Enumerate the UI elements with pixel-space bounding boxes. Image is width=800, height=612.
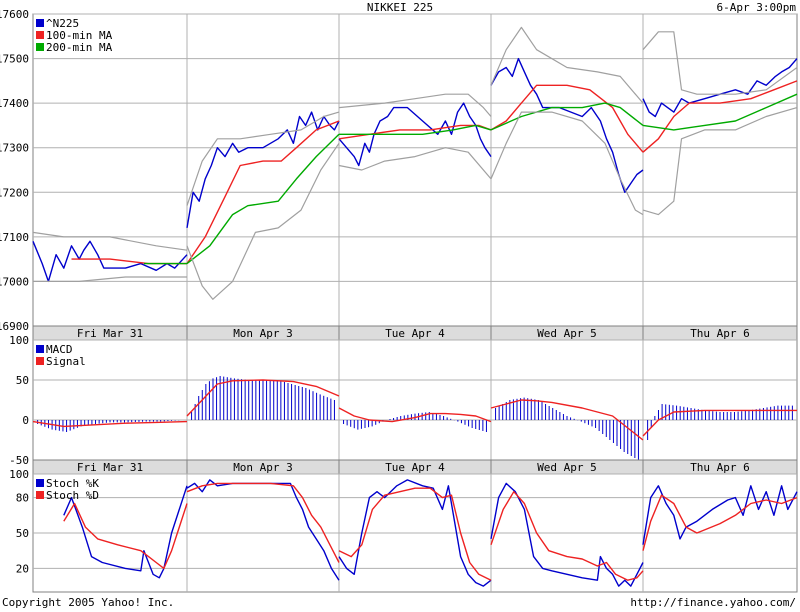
macd-y-tick-label: 0: [22, 414, 29, 427]
copyright-text: Copyright 2005 Yahoo! Inc.: [2, 596, 174, 608]
day-label: Fri Mar 31: [77, 327, 143, 340]
day-label: Mon Apr 3: [233, 327, 293, 340]
stochastic-legend-swatch: [36, 479, 44, 487]
price-y-tick-label: 17500: [0, 53, 29, 66]
price-y-tick-label: 17000: [0, 275, 29, 288]
panel-price: 16900 17000 17100 17200 17300 17400 17500 17600…: [0, 8, 798, 341]
price-plot-area: [32, 13, 798, 327]
panel-macd: -50050100MACDSignalFri Mar 31 Mon Apr 3 Tu…: [9, 334, 798, 475]
price-y-tick-label: 16900: [0, 320, 29, 333]
macd-y-tick-label: 50: [16, 374, 29, 387]
macd-y-tick-label: 100: [9, 334, 29, 347]
nikkei-intraday-chart: NIKKEI 225 6-Apr 3:00pm Copyright 2005 Y…: [0, 0, 800, 609]
macd-legend-swatch: [36, 345, 44, 353]
chart-canvas: NIKKEI 225 6-Apr 3:00pm Copyright 2005 Y…: [0, 1, 798, 609]
stochastic-legend-label: Stoch %D: [46, 489, 99, 502]
day-label: Fri Mar 31: [77, 461, 143, 474]
source-url[interactable]: http://finance.yahoo.com/: [630, 596, 796, 609]
day-label: Wed Apr 5: [537, 327, 597, 340]
macd-legend-swatch: [36, 357, 44, 365]
macd-plot-area: [32, 339, 798, 461]
price-y-tick-label: 17200: [0, 186, 29, 199]
chart-title: NIKKEI 225: [367, 1, 433, 14]
stochastic-y-tick-label: 100: [9, 468, 29, 481]
day-label: Wed Apr 5: [537, 461, 597, 474]
stochastic-y-tick-label: 80: [16, 492, 29, 505]
stochastic-y-tick-label: 50: [16, 527, 29, 540]
price-y-tick-label: 17400: [0, 97, 29, 110]
day-label: Thu Apr 6: [690, 461, 750, 474]
day-label: Mon Apr 3: [233, 461, 293, 474]
day-label: Thu Apr 6: [690, 327, 750, 340]
macd-y-tick-label: -50: [9, 454, 29, 467]
stochastic-legend-swatch: [36, 491, 44, 499]
price-legend-swatch: [36, 19, 44, 27]
price-y-tick-label: 17600: [0, 8, 29, 21]
macd-legend-label: Signal: [46, 355, 86, 368]
price-legend-label: 200-min MA: [46, 41, 113, 54]
stochastic-y-tick-label: 20: [16, 562, 29, 575]
panel-stochastic: 205080100Stoch %KStoch %D: [9, 468, 798, 593]
day-label: Tue Apr 4: [385, 327, 445, 340]
price-legend-swatch: [36, 43, 44, 51]
price-legend-swatch: [36, 31, 44, 39]
day-label: Tue Apr 4: [385, 461, 445, 474]
price-y-tick-label: 17100: [0, 231, 29, 244]
chart-timestamp: 6-Apr 3:00pm: [717, 1, 797, 14]
price-y-tick-label: 17300: [0, 142, 29, 155]
